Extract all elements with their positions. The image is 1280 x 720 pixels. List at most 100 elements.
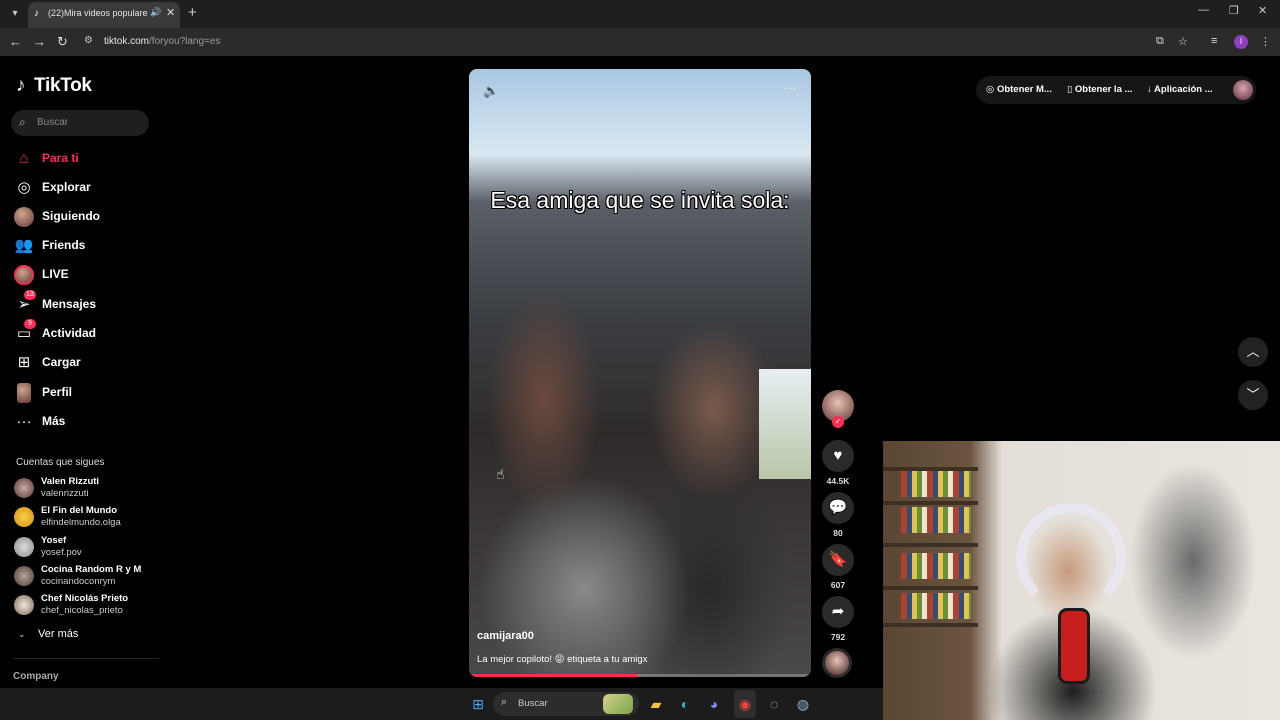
- profile-icon: [17, 383, 31, 403]
- company-link[interactable]: Company: [13, 671, 59, 682]
- video-progress-bar[interactable]: [469, 674, 811, 677]
- account-name: Valen Rizzuti: [41, 476, 100, 487]
- search-input[interactable]: ⌕ Buscar: [11, 110, 149, 136]
- taskbar-search-placeholder: Buscar: [518, 698, 548, 709]
- following-account[interactable]: El Fin del Mundo elfindelmundo.olga: [14, 505, 164, 531]
- tab-search-menu-icon[interactable]: ▾: [6, 5, 24, 23]
- forward-icon[interactable]: →: [33, 34, 46, 49]
- browser-tab[interactable]: ♪ (22)Mira videos populares 🔊 ✕: [28, 2, 180, 28]
- following-account[interactable]: Chef Nicolás Prieto chef_nicolas_prieto: [14, 593, 164, 619]
- desktop-app-button[interactable]: ↓ Aplicación ...: [1147, 84, 1213, 95]
- profile-avatar[interactable]: I: [1234, 35, 1248, 49]
- tiktok-logo[interactable]: ♪ TikTok: [16, 75, 92, 97]
- nav-perfil[interactable]: Perfil: [14, 381, 154, 405]
- nav-label: Explorar: [42, 180, 91, 194]
- get-app-label: Obtener la ...: [1074, 84, 1133, 95]
- nav-actividad[interactable]: ▭ 9 Actividad: [14, 319, 154, 346]
- see-more-label: Ver más: [38, 628, 79, 640]
- nav-mensajes[interactable]: ➢ 13 Mensajes: [14, 290, 154, 317]
- get-app-button[interactable]: ▯ Obtener la ...: [1067, 84, 1132, 95]
- account-name: Yosef: [41, 535, 67, 546]
- share-count: 792: [830, 632, 846, 642]
- like-button[interactable]: ♥: [822, 440, 854, 472]
- nav-label: Perfil: [42, 385, 73, 399]
- webcam-overlay: [883, 441, 1280, 720]
- share-button[interactable]: ➦: [822, 596, 854, 628]
- window-close-icon[interactable]: ✕: [1258, 4, 1267, 17]
- top-actions-bar: ◎ Obtener M... ▯ Obtener la ... ↓ Aplica…: [976, 76, 1256, 104]
- url-path: /foryou?lang=es: [149, 36, 221, 47]
- install-app-icon[interactable]: ⧉: [1156, 35, 1164, 48]
- edge-icon[interactable]: ◐: [675, 694, 695, 714]
- nav-explorar[interactable]: ◎ Explorar: [14, 176, 154, 200]
- following-account[interactable]: Cocina Random R y M cocinandoconrym: [14, 564, 164, 590]
- video-overlay-caption: Esa amiga que se invita sola:: [490, 187, 790, 213]
- avatar: [14, 507, 34, 527]
- nav-para-ti[interactable]: ⌂ Para ti: [14, 147, 154, 171]
- video-more-icon[interactable]: ···: [783, 79, 797, 95]
- video-author[interactable]: camijara00: [477, 630, 534, 642]
- nav-mas[interactable]: ··· Más: [14, 410, 154, 434]
- see-more-button[interactable]: ⌄ Ver más: [18, 628, 78, 640]
- bookshelf-shelf: [883, 501, 978, 505]
- nav-label: Más: [42, 414, 66, 428]
- music-disc-avatar[interactable]: [822, 648, 852, 678]
- account-name: El Fin del Mundo: [41, 505, 117, 516]
- activity-badge: 9: [24, 319, 36, 329]
- nav-cargar[interactable]: ⊞ Cargar: [14, 351, 154, 375]
- obs-icon[interactable]: ◌: [764, 694, 784, 714]
- live-avatar-icon: [14, 265, 34, 285]
- nav-siguiendo[interactable]: Siguiendo: [14, 205, 154, 229]
- taskbar-search[interactable]: ⌕ Buscar: [493, 692, 639, 716]
- bookmark-star-icon[interactable]: ☆: [1178, 35, 1188, 48]
- account-username: elfindelmundo.olga: [41, 517, 121, 528]
- chrome-icon[interactable]: ◉: [735, 694, 755, 714]
- nav-label: Actividad: [42, 326, 97, 340]
- follow-plus-icon[interactable]: ✓: [832, 416, 844, 428]
- new-tab-button[interactable]: +: [188, 4, 197, 21]
- windows-start-icon[interactable]: ⊞: [468, 694, 488, 714]
- site-info-icon[interactable]: ⚙: [84, 35, 98, 49]
- desktop-app-label: Aplicación ...: [1154, 84, 1213, 95]
- get-coins-button[interactable]: ◎ Obtener M...: [986, 84, 1052, 95]
- reload-icon[interactable]: ↻: [57, 34, 68, 50]
- bookshelf-books: [901, 471, 971, 497]
- restore-icon[interactable]: ❐: [1229, 4, 1239, 17]
- comment-button[interactable]: 💬: [822, 492, 854, 524]
- url-field[interactable]: tiktok.com/foryou?lang=es: [104, 36, 220, 47]
- nav-label: Mensajes: [42, 297, 97, 311]
- minimize-icon[interactable]: —: [1198, 4, 1209, 16]
- coin-icon: ◎: [986, 84, 997, 95]
- following-account[interactable]: Valen Rizzuti valenrizzuti: [14, 476, 164, 502]
- microphone: [1061, 611, 1087, 681]
- media-control-icon[interactable]: ≡: [1211, 35, 1217, 47]
- get-coins-label: Obtener M...: [996, 84, 1052, 95]
- volume-icon[interactable]: 🔈: [483, 83, 499, 99]
- bookshelf-books: [901, 553, 971, 579]
- following-section-title: Cuentas que sigues: [16, 457, 105, 468]
- sidebar-divider: [14, 658, 159, 659]
- back-icon[interactable]: ←: [9, 34, 22, 49]
- windows-taskbar: ⊞ ⌕ Buscar ▰ ◐ ◕ ◉ ◌ ◍: [0, 688, 883, 720]
- following-account[interactable]: Yosef yosef.pov: [14, 535, 164, 561]
- discord-icon[interactable]: ◕: [704, 694, 724, 714]
- save-button[interactable]: 🔖: [822, 544, 854, 576]
- upload-icon: ⊞: [17, 354, 31, 371]
- nav-friends[interactable]: 👥 Friends: [14, 234, 154, 258]
- next-video-button[interactable]: ﹀: [1238, 380, 1268, 410]
- tab-close-icon[interactable]: ✕: [166, 6, 175, 19]
- home-icon: ⌂: [19, 150, 29, 167]
- tab-audio-icon[interactable]: 🔊: [150, 7, 161, 18]
- browser-menu-icon[interactable]: ⋮: [1260, 35, 1271, 48]
- comment-count: 80: [833, 528, 843, 538]
- previous-video-button[interactable]: ︿: [1238, 337, 1268, 367]
- user-avatar[interactable]: [1233, 80, 1253, 100]
- file-explorer-icon[interactable]: ▰: [646, 694, 666, 714]
- nav-label: Friends: [42, 238, 86, 252]
- comment-icon: 💬: [828, 499, 848, 516]
- bookshelf-shelf: [883, 543, 978, 547]
- steam-icon[interactable]: ◍: [793, 694, 813, 714]
- nav-live[interactable]: LIVE: [14, 263, 154, 287]
- video-player[interactable]: 🔈 ··· Esa amiga que se invita sola: cami…: [469, 69, 811, 677]
- avatar: [14, 566, 34, 586]
